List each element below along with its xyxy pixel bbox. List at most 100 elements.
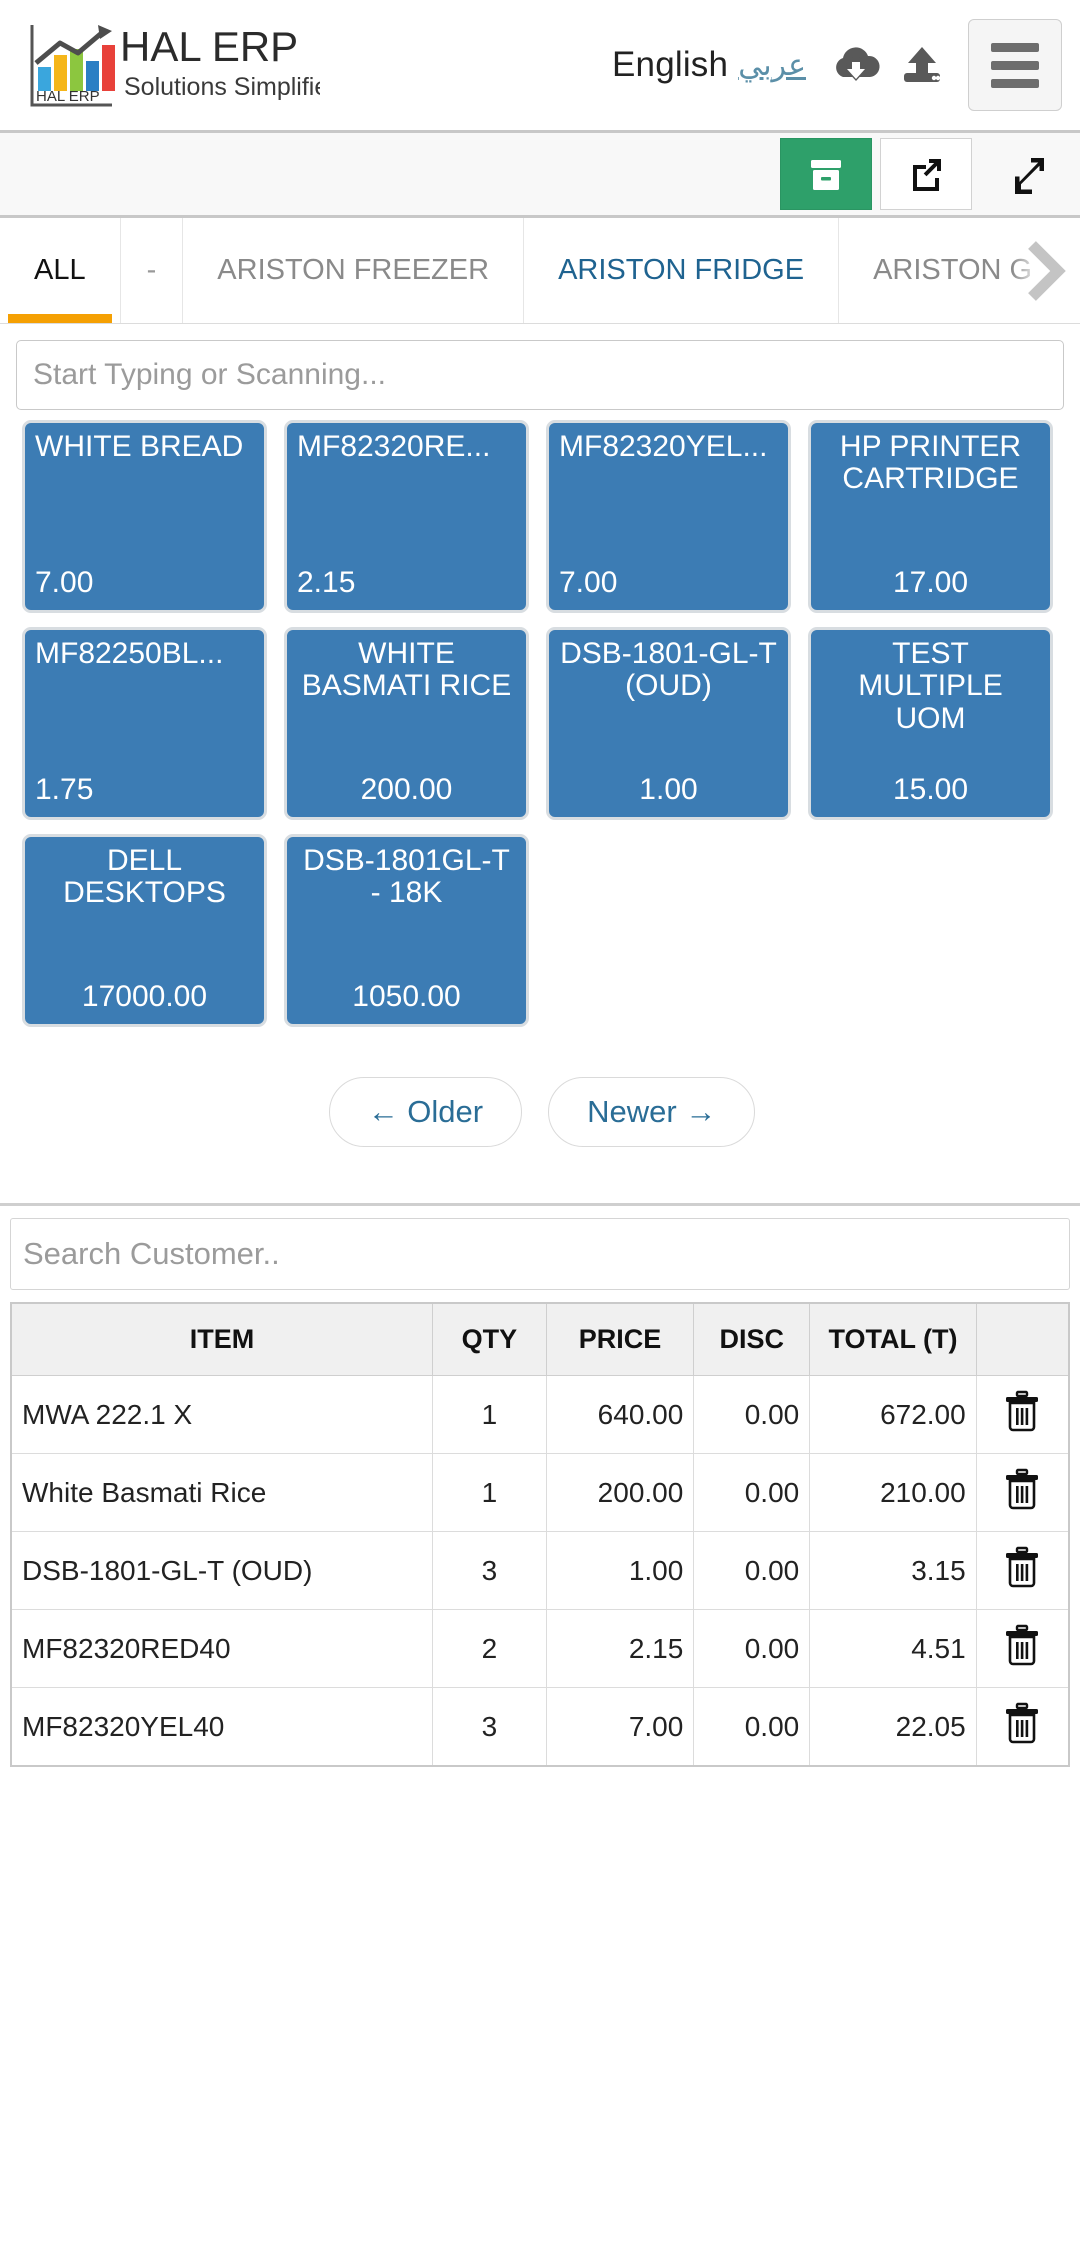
fullscreen-button[interactable] [980,138,1076,210]
cell-disc[interactable]: 0.00 [693,1531,811,1610]
chevron-right-icon [1028,240,1066,301]
product-tile[interactable]: MF82320YEL... 7.00 [546,420,791,613]
trash-icon [1006,1624,1039,1666]
cell-disc[interactable]: 0.00 [693,1375,811,1454]
cell-qty[interactable]: 3 [432,1531,547,1610]
cell-total: 22.05 [809,1687,977,1767]
cell-total: 672.00 [809,1375,977,1454]
cell-price[interactable]: 200.00 [545,1453,695,1532]
older-page-button[interactable]: ← Older [328,1077,523,1147]
svg-text:HAL ERP: HAL ERP [120,23,298,70]
tab-all[interactable]: ALL [0,218,121,323]
cell-price[interactable]: 7.00 [545,1687,695,1767]
category-tabs: ALL - ARISTON FREEZER ARISTON FRIDGE ARI… [0,218,1080,324]
product-tile[interactable]: DSB-1801-GL-T (OUD) 1.00 [546,627,791,820]
cell-qty[interactable]: 1 [432,1453,547,1532]
table-row[interactable]: MF82320RED40 2 2.15 0.00 4.51 [10,1609,1070,1688]
product-grid-panel: WHITE BREAD 7.00 MF82320RE... 2.15 MF823… [0,420,1080,1206]
svg-text:HAL ERP: HAL ERP [36,88,100,105]
product-tile[interactable]: DSB-1801GL-T - 18K 1050.00 [284,834,529,1027]
archive-box-icon [811,160,841,190]
cell-qty[interactable]: 3 [432,1687,547,1767]
cell-disc[interactable]: 0.00 [693,1453,811,1532]
delete-row-button[interactable] [1003,1468,1041,1510]
customer-search-row [0,1206,1080,1302]
tabs-next-button[interactable] [1012,218,1076,323]
table-row[interactable]: DSB-1801-GL-T (OUD) 3 1.00 0.00 3.15 [10,1531,1070,1610]
cell-actions [975,1453,1070,1532]
hal-erp-logo[interactable]: HAL ERP HAL ERP Solutions Simplified [20,19,320,111]
product-name: DSB-1801GL-T - 18K [303,844,510,910]
upload-icon[interactable] [894,37,950,93]
item-search-input[interactable] [16,340,1064,410]
cell-item: MWA 222.1 X [10,1375,433,1454]
hamburger-lines [991,42,1039,88]
product-tile[interactable]: MF82250BL... 1.75 [22,627,267,820]
tab-ariston-fridge[interactable]: ARISTON FRIDGE [524,218,840,323]
cell-qty[interactable]: 2 [432,1609,547,1688]
cell-qty[interactable]: 1 [432,1375,547,1454]
newer-page-button[interactable]: Newer → [548,1077,756,1147]
language-current-label: English [611,45,729,84]
cell-total: 3.15 [809,1531,977,1610]
cloud-download-icon[interactable] [828,37,884,93]
cell-price[interactable]: 640.00 [545,1375,695,1454]
product-tile[interactable]: HP PRINTER CARTRIDGE 17.00 [808,420,1053,613]
customer-search-input[interactable] [10,1218,1070,1290]
svg-text:Solutions Simplified: Solutions Simplified [124,73,320,101]
delete-row-button[interactable] [1003,1390,1041,1432]
column-header-disc: DISC [693,1302,811,1376]
table-row[interactable]: MWA 222.1 X 1 640.00 0.00 672.00 [10,1375,1070,1454]
delete-row-button[interactable] [1003,1546,1041,1588]
open-external-button[interactable] [880,138,972,210]
logo-graphic: HAL ERP HAL ERP Solutions Simplified [30,23,320,107]
product-name: MF82320RE... [297,430,491,463]
language-arabic-link[interactable]: عربي [738,48,806,83]
hamburger-menu-icon[interactable] [968,19,1062,111]
action-toolbar [0,130,1080,218]
expand-arrows-icon [1015,158,1044,194]
product-price: 17.00 [892,566,969,599]
product-tile[interactable]: MF82320RE... 2.15 [284,420,529,613]
cell-price[interactable]: 1.00 [545,1531,695,1610]
cell-actions [975,1687,1070,1767]
cell-price[interactable]: 2.15 [545,1609,695,1688]
page-empty-space [0,1767,1080,2237]
product-name: MF82320YEL... [559,430,768,463]
product-name: TEST MULTIPLE UOM [858,637,1003,735]
cell-disc[interactable]: 0.00 [693,1687,811,1767]
delete-row-button[interactable] [1003,1624,1041,1666]
product-price: 1.75 [35,773,94,806]
product-tile[interactable]: WHITE BREAD 7.00 [22,420,267,613]
product-name: WHITE BASMATI RICE [301,637,512,703]
grid-pagination: ← Older Newer → [22,1031,1062,1203]
tab-ariston-freezer[interactable]: ARISTON FREEZER [183,218,525,323]
product-price: 1.00 [639,773,698,806]
delete-row-button[interactable] [1003,1702,1041,1744]
table-row[interactable]: MF82320YEL40 3 7.00 0.00 22.05 [10,1687,1070,1767]
tab-label: ARISTON FRIDGE [558,254,805,286]
cell-disc[interactable]: 0.00 [693,1609,811,1688]
cart-table: ITEM QTY PRICE DISC TOTAL (T) MWA 222.1 … [10,1302,1070,1767]
cell-actions [975,1609,1070,1688]
product-name: DELL DESKTOPS [63,844,226,910]
cell-actions [975,1375,1070,1454]
column-header-qty: QTY [432,1302,547,1376]
tab-label: - [146,254,157,286]
archive-button[interactable] [780,138,872,210]
external-link-icon [913,159,941,191]
cell-item: White Basmati Rice [10,1453,433,1532]
product-name: DSB-1801-GL-T (OUD) [560,637,777,703]
table-row[interactable]: White Basmati Rice 1 200.00 0.00 210.00 [10,1453,1070,1532]
tabs-scroller[interactable]: ALL - ARISTON FREEZER ARISTON FRIDGE ARI… [0,218,1080,323]
tab-dash[interactable]: - [120,218,184,323]
trash-icon [1006,1702,1039,1744]
cell-total: 210.00 [809,1453,977,1532]
product-tile[interactable]: WHITE BASMATI RICE 200.00 [284,627,529,820]
product-tile[interactable]: DELL DESKTOPS 17000.00 [22,834,267,1027]
cart-table-head: ITEM QTY PRICE DISC TOTAL (T) [10,1302,1070,1376]
cell-total: 4.51 [809,1609,977,1688]
cell-item: MF82320YEL40 [10,1687,433,1767]
tab-label: ARISTON FREEZER [217,254,490,286]
product-tile[interactable]: TEST MULTIPLE UOM 15.00 [808,627,1053,820]
